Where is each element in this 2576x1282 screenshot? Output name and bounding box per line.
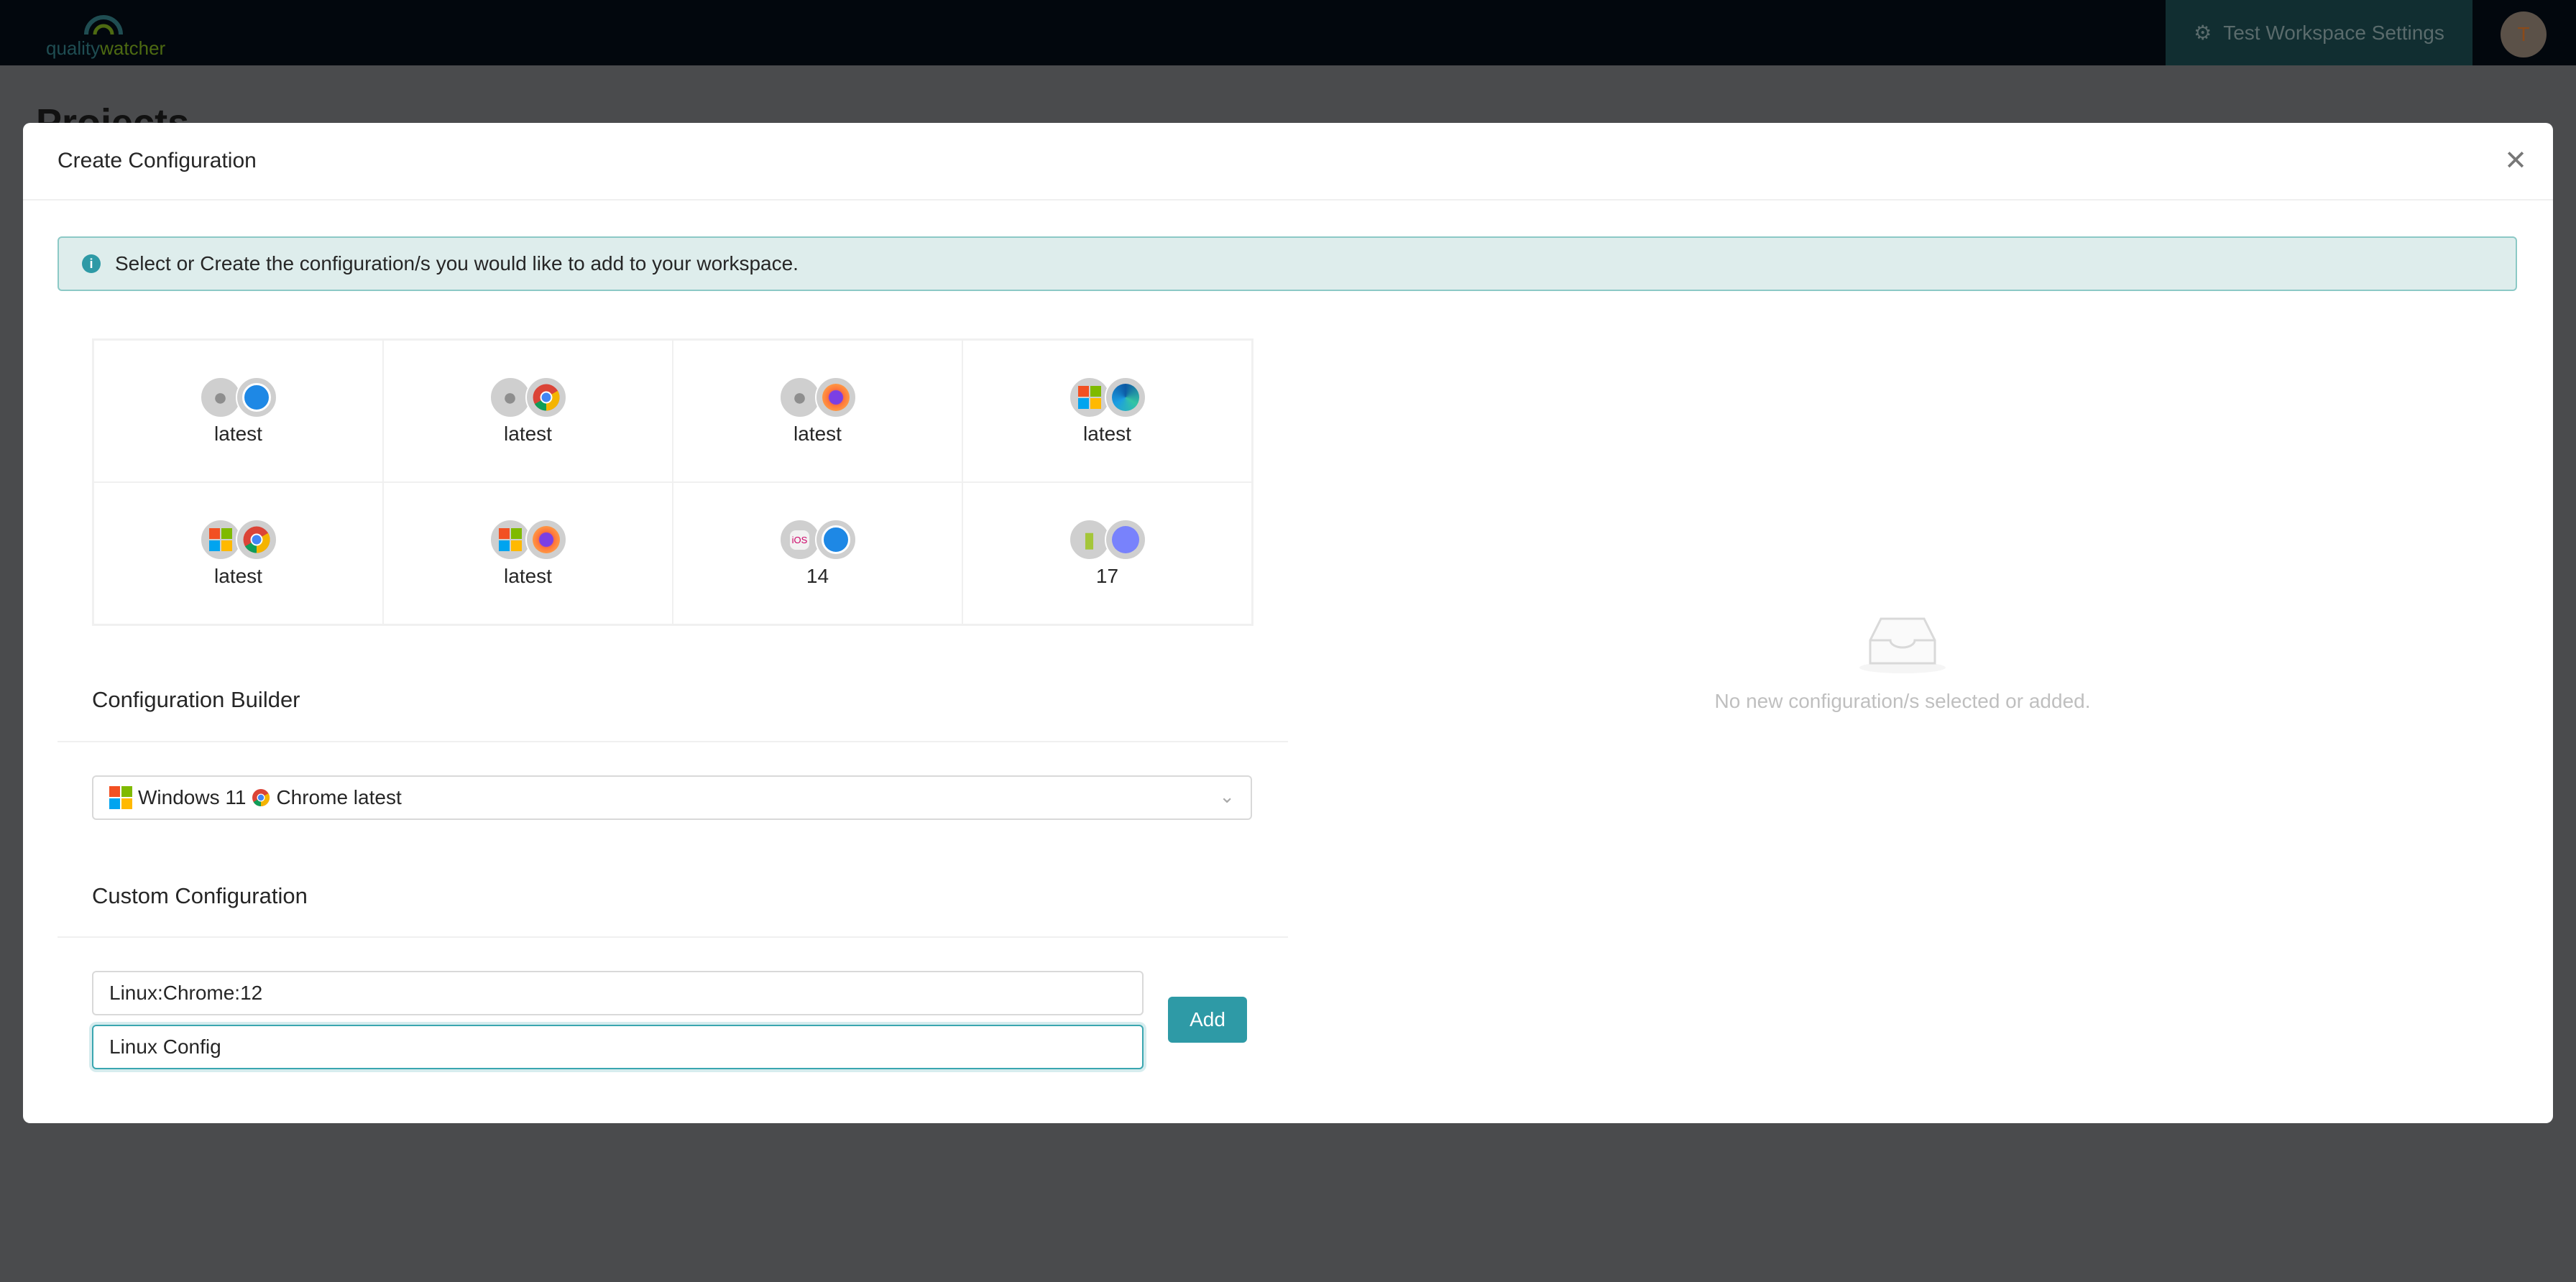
empty-state: No new configuration/s selected or added…	[1281, 612, 2524, 713]
preset-ios-safari[interactable]: iOS 14	[673, 482, 962, 624]
custom-configuration-title: Custom Configuration	[92, 883, 308, 908]
safari-icon	[235, 377, 277, 418]
preset-version: latest	[214, 565, 262, 587]
chevron-down-icon: ⌄	[1219, 785, 1235, 807]
apple-icon: ●	[199, 377, 242, 418]
chrome-icon	[252, 789, 270, 806]
custom-configuration-input[interactable]	[92, 971, 1144, 1015]
preset-windows-edge[interactable]: latest	[962, 340, 1252, 482]
create-configuration-modal: Create Configuration ✕ i Select or Creat…	[23, 123, 2553, 1123]
chrome-icon	[525, 377, 567, 418]
firefox-icon	[525, 519, 567, 561]
preset-android-samsung-internet[interactable]: ▮ 17	[962, 482, 1252, 624]
chrome-icon	[235, 519, 277, 561]
top-navigation-bar: qualitywatcher ⚙ Test Workspace Settings…	[0, 0, 2576, 65]
preset-windows-firefox[interactable]: latest	[383, 482, 673, 624]
qualitywatcher-logo[interactable]: qualitywatcher	[46, 10, 168, 59]
empty-state-text: No new configuration/s selected or added…	[1714, 690, 2091, 712]
edge-icon	[1104, 377, 1146, 418]
modal-title: Create Configuration	[58, 149, 257, 172]
apple-icon: ●	[778, 377, 821, 418]
windows-icon	[1068, 377, 1110, 418]
preset-version: 17	[1095, 565, 1119, 587]
firefox-icon	[814, 377, 857, 418]
info-alert: i Select or Create the configuration/s y…	[58, 236, 2517, 291]
apple-icon: ●	[489, 377, 531, 418]
preset-version: 14	[806, 565, 829, 587]
configuration-builder-title: Configuration Builder	[92, 687, 300, 712]
close-icon[interactable]: ✕	[2504, 144, 2527, 177]
custom-configuration-name-input[interactable]	[92, 1025, 1144, 1069]
avatar[interactable]: T	[2501, 11, 2547, 57]
empty-inbox-icon	[1859, 617, 1946, 673]
preset-windows-chrome[interactable]: latest	[93, 482, 383, 624]
modal-header: Create Configuration ✕	[23, 123, 2553, 200]
ios-icon: iOS	[778, 519, 821, 561]
windows-icon	[489, 519, 531, 561]
info-icon: i	[82, 254, 101, 273]
windows-icon	[199, 519, 242, 561]
windows-icon	[109, 786, 132, 809]
workspace-settings-button[interactable]: ⚙ Test Workspace Settings	[2166, 0, 2472, 65]
divider	[58, 936, 1288, 938]
add-button[interactable]: Add	[1168, 997, 1247, 1043]
preset-apple-chrome[interactable]: ● latest	[383, 340, 673, 482]
safari-icon	[814, 519, 857, 561]
preset-configurations-grid: ● latest ● latest ● latest latest latest latest i…	[92, 338, 1254, 626]
divider	[58, 741, 1288, 742]
preset-version: latest	[1083, 423, 1131, 445]
configuration-builder-select[interactable]: Windows 11 Chrome latest ⌄	[92, 775, 1252, 820]
android-icon: ▮	[1068, 519, 1110, 561]
gauge-icon	[84, 15, 123, 35]
gear-icon: ⚙	[2194, 22, 2212, 44]
preset-apple-firefox[interactable]: ● latest	[673, 340, 962, 482]
samsung-internet-icon	[1104, 519, 1146, 561]
preset-apple-safari[interactable]: ● latest	[93, 340, 383, 482]
preset-version: latest	[214, 423, 262, 445]
preset-version: latest	[794, 423, 842, 445]
preset-version: latest	[504, 565, 552, 587]
preset-version: latest	[504, 423, 552, 445]
